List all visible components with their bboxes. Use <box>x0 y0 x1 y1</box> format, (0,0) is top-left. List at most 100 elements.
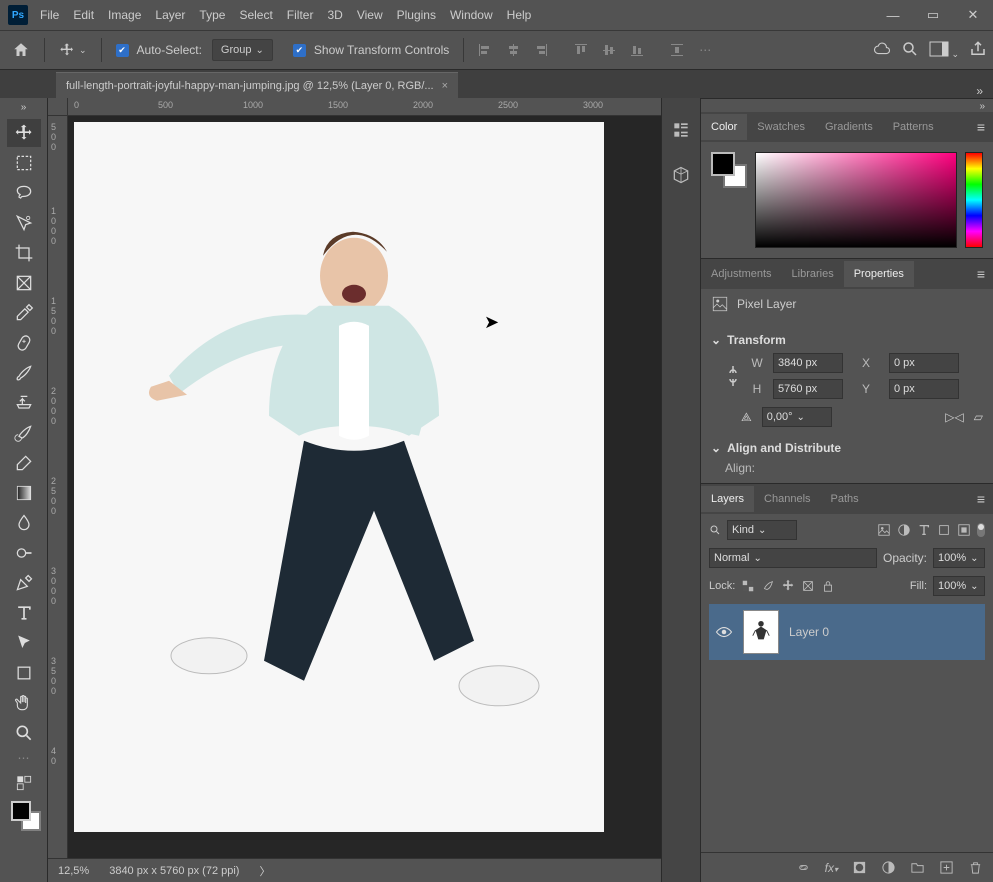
color-swatches[interactable] <box>7 799 41 835</box>
menu-filter[interactable]: Filter <box>287 8 314 22</box>
visibility-icon[interactable] <box>715 625 733 639</box>
status-zoom[interactable]: 12,5% <box>58 865 89 877</box>
color-fg-bg[interactable] <box>711 152 747 188</box>
eyedropper-tool[interactable] <box>7 299 41 327</box>
canvas[interactable]: ➤ <box>68 116 661 858</box>
window-minimize-button[interactable]: — <box>873 0 913 30</box>
path-select-tool[interactable] <box>7 629 41 657</box>
align-section-toggle[interactable]: ⌄Align and Distribute <box>711 441 983 455</box>
tab-channels[interactable]: Channels <box>754 486 820 512</box>
layer-name[interactable]: Layer 0 <box>789 625 829 639</box>
menu-edit[interactable]: Edit <box>73 8 94 22</box>
menu-help[interactable]: Help <box>507 8 532 22</box>
layer-filter-kind[interactable]: Kind <box>727 520 797 540</box>
type-tool[interactable] <box>7 599 41 627</box>
eraser-tool[interactable] <box>7 449 41 477</box>
panel-menu-button[interactable]: ≡ <box>969 266 993 282</box>
flip-horizontal-button[interactable]: ▷◁ <box>945 410 963 424</box>
align-left-button[interactable] <box>472 39 498 61</box>
fg-color-icon[interactable] <box>711 152 735 176</box>
foreground-color-swatch[interactable] <box>11 801 31 821</box>
status-more[interactable]: 〉 <box>259 863 270 879</box>
align-right-button[interactable] <box>528 39 554 61</box>
lock-all-icon[interactable] <box>821 579 835 593</box>
filter-type-icon[interactable] <box>917 523 931 537</box>
fx-button[interactable]: fx▾ <box>825 861 838 875</box>
auto-select-checkbox[interactable]: ✔ Auto-Select: <box>110 39 208 61</box>
workspace-switcher[interactable]: ⌄ <box>929 41 959 60</box>
menu-plugins[interactable]: Plugins <box>397 8 436 22</box>
panel-menu-button[interactable]: ≡ <box>969 119 993 135</box>
new-layer-button[interactable] <box>939 860 954 875</box>
lasso-tool[interactable] <box>7 179 41 207</box>
move-tool[interactable] <box>7 119 41 147</box>
tab-gradients[interactable]: Gradients <box>815 114 883 140</box>
toolbox-collapse[interactable]: » <box>21 102 27 113</box>
auto-select-dropdown[interactable]: Group <box>212 39 273 61</box>
document-tab[interactable]: full-length-portrait-joyful-happy-man-ju… <box>56 72 458 98</box>
adjustment-layer-button[interactable] <box>881 860 896 875</box>
clone-stamp-tool[interactable] <box>7 389 41 417</box>
filter-shape-icon[interactable] <box>937 523 951 537</box>
artboard[interactable]: ➤ <box>74 122 604 832</box>
hue-slider[interactable] <box>965 152 983 248</box>
opacity-field[interactable]: 100% <box>933 548 985 568</box>
tab-adjustments[interactable]: Adjustments <box>701 261 782 287</box>
delete-layer-button[interactable] <box>968 860 983 875</box>
lock-transparent-icon[interactable] <box>741 579 755 593</box>
zoom-tool[interactable] <box>7 719 41 747</box>
filter-smart-icon[interactable] <box>957 523 971 537</box>
more-align-button[interactable]: ⋯ <box>692 39 718 61</box>
frame-tool[interactable] <box>7 269 41 297</box>
healing-brush-tool[interactable] <box>7 329 41 357</box>
tab-layers[interactable]: Layers <box>701 486 754 512</box>
tabs-overflow-button[interactable]: » <box>976 84 983 98</box>
window-maximize-button[interactable]: ▭ <box>913 0 953 30</box>
color-field[interactable] <box>755 152 957 248</box>
mask-button[interactable] <box>852 860 867 875</box>
menu-layer[interactable]: Layer <box>155 8 185 22</box>
align-top-button[interactable] <box>568 39 594 61</box>
filter-toggle[interactable] <box>977 523 985 537</box>
align-bottom-button[interactable] <box>624 39 650 61</box>
menu-3d[interactable]: 3D <box>327 8 342 22</box>
menu-view[interactable]: View <box>357 8 383 22</box>
blend-mode-dropdown[interactable]: Normal <box>709 548 877 568</box>
layer-row[interactable]: Layer 0 <box>709 604 985 660</box>
history-panel-icon[interactable] <box>671 120 691 143</box>
flip-vertical-button[interactable]: ▱ <box>974 410 983 424</box>
3d-panel-icon[interactable] <box>671 165 691 188</box>
gradient-tool[interactable] <box>7 479 41 507</box>
link-layers-button[interactable] <box>796 860 811 875</box>
panel-collapse[interactable]: » <box>701 99 993 112</box>
shape-tool[interactable] <box>7 659 41 687</box>
quick-select-tool[interactable] <box>7 209 41 237</box>
align-center-h-button[interactable] <box>500 39 526 61</box>
layer-thumbnail[interactable] <box>743 610 779 654</box>
transform-section-toggle[interactable]: ⌄Transform <box>711 333 983 347</box>
show-transform-checkbox[interactable]: ✔ Show Transform Controls <box>287 39 455 61</box>
blur-tool[interactable] <box>7 509 41 537</box>
distribute-button[interactable] <box>664 39 690 61</box>
pen-tool[interactable] <box>7 569 41 597</box>
tab-patterns[interactable]: Patterns <box>883 114 944 140</box>
lock-position-icon[interactable] <box>781 579 795 593</box>
link-wh-button[interactable] <box>725 363 741 389</box>
cloud-docs-button[interactable] <box>873 40 891 61</box>
ruler-vertical[interactable]: 5 0 0 1 0 0 0 1 5 0 0 2 0 0 0 2 5 0 0 3 … <box>48 116 68 858</box>
window-close-button[interactable]: ✕ <box>953 0 993 30</box>
fill-field[interactable]: 100% <box>933 576 985 596</box>
crop-tool[interactable] <box>7 239 41 267</box>
menu-window[interactable]: Window <box>450 8 493 22</box>
status-doc-info[interactable]: 3840 px x 5760 px (72 ppi) <box>109 865 239 877</box>
width-field[interactable] <box>773 353 843 373</box>
brush-tool[interactable] <box>7 359 41 387</box>
edit-toolbar-button[interactable] <box>7 769 41 797</box>
tab-properties[interactable]: Properties <box>844 261 914 287</box>
menu-file[interactable]: File <box>40 8 59 22</box>
tab-swatches[interactable]: Swatches <box>747 114 815 140</box>
ruler-horizontal[interactable]: 0 500 1000 1500 2000 2500 3000 <box>48 98 661 116</box>
history-brush-tool[interactable] <box>7 419 41 447</box>
menu-image[interactable]: Image <box>108 8 141 22</box>
lock-artboard-icon[interactable] <box>801 579 815 593</box>
